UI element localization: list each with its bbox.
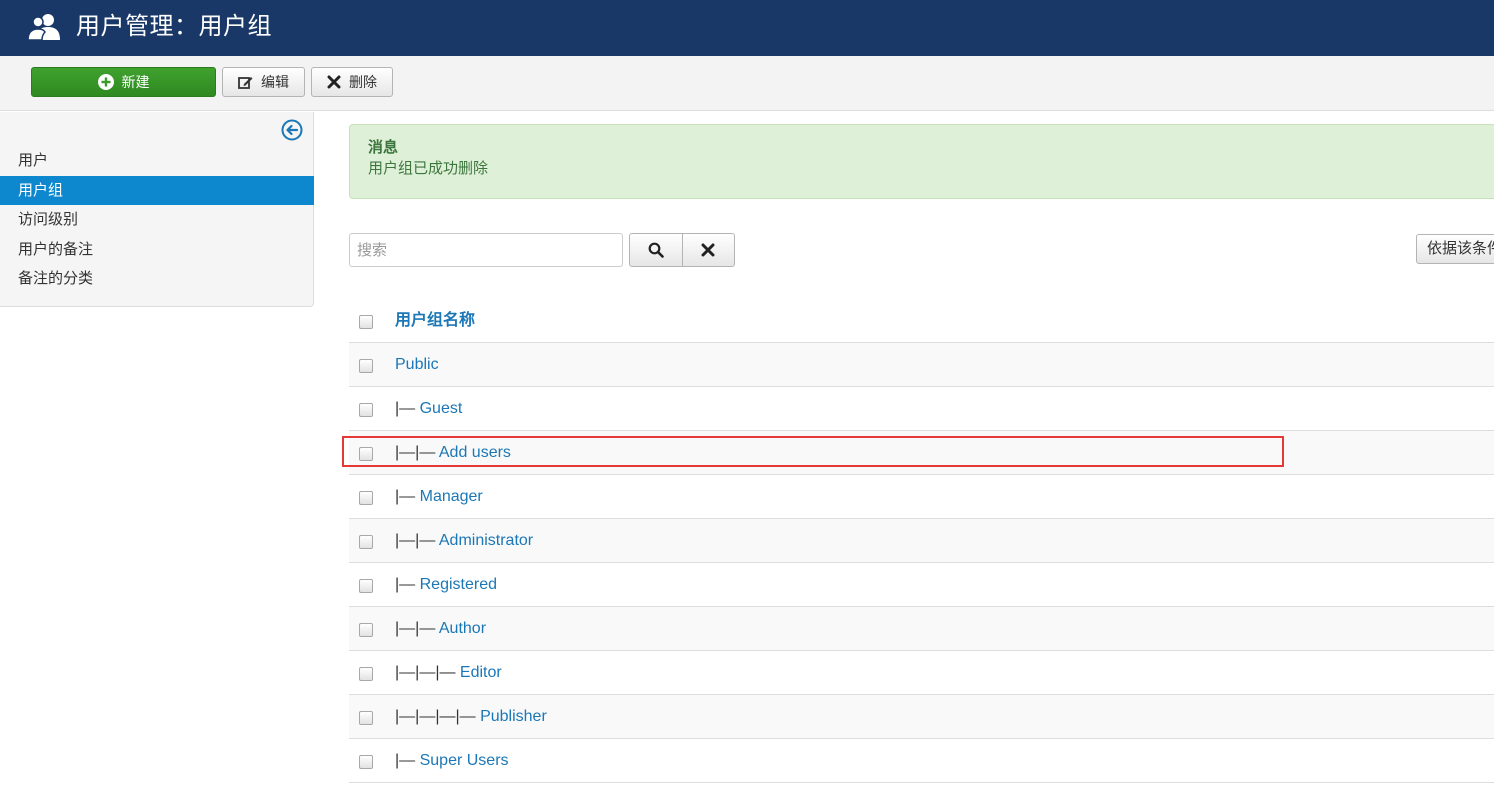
row-checkbox[interactable] bbox=[359, 535, 373, 549]
row-label: Public bbox=[395, 343, 439, 387]
tree-indent: |—|—|— bbox=[395, 664, 460, 681]
tree-indent: |—|— bbox=[395, 620, 439, 637]
table-row: |—|—|— Editor bbox=[349, 651, 1494, 695]
edit-button[interactable]: 编辑 bbox=[222, 67, 305, 97]
sidebar-item-user-notes[interactable]: 用户的备注 bbox=[0, 235, 314, 264]
toolbar: 新建 编辑 删除 bbox=[0, 56, 1494, 111]
table-row: |— Guest bbox=[349, 387, 1494, 431]
collapse-sidebar-icon[interactable] bbox=[281, 119, 303, 141]
row-label: |— Registered bbox=[395, 563, 497, 607]
plus-circle-icon bbox=[97, 74, 114, 90]
edit-button-label: 编辑 bbox=[261, 74, 289, 90]
row-label: |— Guest bbox=[395, 387, 462, 431]
sidebar-item-access-levels[interactable]: 访问级别 bbox=[0, 205, 314, 234]
tree-indent: |—|—|—|— bbox=[395, 708, 481, 725]
sidebar-item-note-categories[interactable]: 备注的分类 bbox=[0, 264, 314, 293]
group-name-link[interactable]: Administrator bbox=[439, 532, 533, 549]
alert-message: 用户组已成功删除 bbox=[368, 160, 489, 177]
new-button[interactable]: 新建 bbox=[31, 67, 216, 97]
group-name-link[interactable]: Super Users bbox=[420, 752, 509, 769]
search-input[interactable] bbox=[349, 233, 623, 267]
users-icon bbox=[28, 14, 60, 41]
row-checkbox[interactable] bbox=[359, 623, 373, 637]
page-title: 用户管理：用户组 bbox=[76, 13, 272, 40]
search-button[interactable] bbox=[630, 234, 682, 266]
select-all-checkbox[interactable] bbox=[359, 315, 373, 329]
tree-indent: |—|— bbox=[395, 444, 439, 461]
table-row: |—|—|—|— Publisher bbox=[349, 695, 1494, 739]
filter-options-button[interactable]: 依据该条件 bbox=[1416, 234, 1494, 264]
row-checkbox[interactable] bbox=[359, 491, 373, 505]
row-checkbox[interactable] bbox=[359, 447, 373, 461]
row-label: |—|— Add users bbox=[395, 431, 511, 475]
tree-indent: |— bbox=[395, 488, 420, 505]
row-checkbox[interactable] bbox=[359, 359, 373, 373]
search-button-group bbox=[629, 233, 735, 267]
group-name-link[interactable]: Add users bbox=[439, 444, 511, 461]
close-icon bbox=[327, 75, 341, 89]
table-row: Public bbox=[349, 343, 1494, 387]
row-label: |—|— Administrator bbox=[395, 519, 533, 563]
sidebar-item-users[interactable]: 用户 bbox=[0, 146, 314, 175]
row-checkbox[interactable] bbox=[359, 403, 373, 417]
row-label: |— Super Users bbox=[395, 739, 509, 783]
search-icon bbox=[648, 242, 664, 258]
group-name-link[interactable]: Publisher bbox=[480, 708, 547, 725]
group-name-link[interactable]: Editor bbox=[460, 664, 502, 681]
table-row: |—|— Add users bbox=[349, 431, 1494, 475]
tree-indent: |— bbox=[395, 400, 420, 417]
tree-indent: |— bbox=[395, 576, 420, 593]
group-name-link[interactable]: Registered bbox=[420, 576, 497, 593]
delete-button-label: 删除 bbox=[349, 74, 377, 90]
success-alert: 消息 用户组已成功删除 bbox=[349, 124, 1494, 199]
row-label: |—|—|—|— Publisher bbox=[395, 695, 547, 739]
tree-indent: |— bbox=[395, 752, 420, 769]
group-name-link[interactable]: Manager bbox=[420, 488, 483, 505]
group-name-link[interactable]: Author bbox=[439, 620, 486, 637]
table-header-row: 用户组名称 bbox=[349, 299, 1494, 343]
table-row: |—|— Administrator bbox=[349, 519, 1494, 563]
edit-icon bbox=[238, 76, 253, 89]
close-icon bbox=[701, 243, 715, 257]
table-row: |— Super Users bbox=[349, 739, 1494, 783]
clear-search-button[interactable] bbox=[681, 234, 734, 266]
group-name-link[interactable]: Public bbox=[395, 356, 439, 373]
delete-button[interactable]: 删除 bbox=[311, 67, 393, 97]
row-checkbox[interactable] bbox=[359, 579, 373, 593]
row-label: |—|—|— Editor bbox=[395, 651, 502, 695]
row-checkbox[interactable] bbox=[359, 667, 373, 681]
table-row: |—|— Author bbox=[349, 607, 1494, 651]
group-name-link[interactable]: Guest bbox=[420, 400, 463, 417]
row-checkbox[interactable] bbox=[359, 755, 373, 769]
column-header-group-name[interactable]: 用户组名称 bbox=[395, 299, 475, 343]
row-label: |— Manager bbox=[395, 475, 483, 519]
sidebar: 用户 用户组 访问级别 用户的备注 备注的分类 bbox=[0, 112, 314, 307]
row-label: |—|— Author bbox=[395, 607, 486, 651]
app-header: 用户管理：用户组 bbox=[0, 0, 1494, 56]
sidebar-item-user-groups[interactable]: 用户组 bbox=[0, 176, 314, 205]
user-groups-table: 用户组名称 Public |— Guest |—|— Add users |— … bbox=[349, 299, 1494, 783]
row-checkbox[interactable] bbox=[359, 711, 373, 725]
new-button-label: 新建 bbox=[121, 74, 150, 90]
tree-indent: |—|— bbox=[395, 532, 439, 549]
table-row: |— Registered bbox=[349, 563, 1494, 607]
alert-heading: 消息 bbox=[368, 139, 399, 156]
table-row: |— Manager bbox=[349, 475, 1494, 519]
